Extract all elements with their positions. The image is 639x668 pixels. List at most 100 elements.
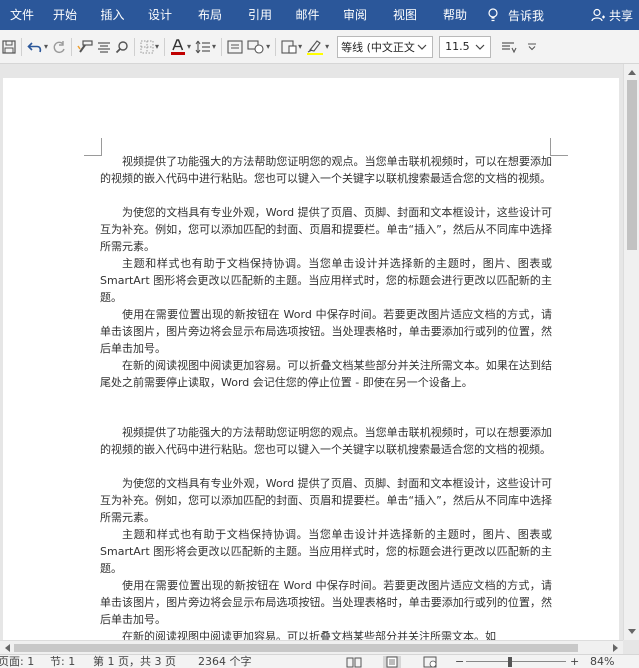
table-button[interactable]: ▾: [281, 36, 302, 58]
font-size-select[interactable]: 11.5: [439, 35, 492, 58]
chevron-up-icon: [628, 70, 636, 75]
styles-icon: [502, 41, 517, 53]
font-color-dropdown-icon[interactable]: ▾: [187, 42, 191, 51]
status-page-count[interactable]: 第 1 页，共 3 页: [93, 655, 176, 668]
zoom-slider-track[interactable]: [466, 661, 566, 662]
font-name-select[interactable]: 等线 (中文正文: [337, 35, 434, 58]
status-word-count[interactable]: 2364 个字: [198, 655, 252, 668]
highlighter-icon: [307, 39, 324, 55]
tab-layout[interactable]: 布局: [185, 0, 235, 30]
tab-insert[interactable]: 插入: [90, 0, 135, 30]
format-painter-icon: [77, 39, 93, 53]
paragraph[interactable]: 视频提供了功能强大的方法帮助您证明您的观点。当您单击联机视频时，可以在想要添加的…: [100, 424, 552, 458]
scroll-up-button[interactable]: [624, 64, 639, 80]
chevron-down-icon[interactable]: [474, 41, 486, 53]
highlight-dropdown-icon[interactable]: ▾: [325, 42, 329, 51]
document-area[interactable]: 视频提供了功能强大的方法帮助您证明您的观点。当您单击联机视频时，可以在想要添加的…: [0, 64, 623, 640]
chevron-down-icon[interactable]: [416, 40, 429, 53]
borders-button[interactable]: ▾: [140, 36, 159, 58]
document-page[interactable]: 视频提供了功能强大的方法帮助您证明您的观点。当您单击联机视频时，可以在想要添加的…: [3, 78, 619, 640]
zoom-slider-knob[interactable]: [508, 657, 512, 667]
customize-toolbar-button[interactable]: [527, 36, 537, 58]
status-page[interactable]: 页面: 1: [0, 655, 34, 668]
zoom-in-button[interactable]: +: [570, 655, 579, 668]
save-button[interactable]: [2, 36, 16, 58]
horizontal-scrollbar[interactable]: [0, 640, 623, 654]
text-box-button[interactable]: [227, 36, 243, 58]
borders-icon: [140, 40, 154, 53]
tab-help[interactable]: 帮助: [430, 0, 480, 30]
paragraph[interactable]: 视频提供了功能强大的方法帮助您证明您的观点。当您单击联机视频时，可以在想要添加的…: [100, 153, 552, 187]
borders-dropdown-icon[interactable]: ▾: [155, 42, 159, 51]
zoom-level[interactable]: 84%: [590, 655, 614, 668]
styles-button[interactable]: [501, 36, 517, 58]
vertical-scroll-thumb[interactable]: [627, 80, 637, 250]
undo-dropdown-icon[interactable]: ▾: [44, 42, 48, 51]
chevron-down-icon: [628, 629, 636, 634]
horizontal-scroll-thumb[interactable]: [14, 644, 578, 652]
zoom-out-button[interactable]: −: [455, 655, 464, 668]
share-label: 共享: [608, 8, 633, 23]
align-button[interactable]: [97, 36, 111, 58]
paragraph[interactable]: 使用在需要位置出现的新按钮在 Word 中保存时间。若要更改图片适应文档的方式，…: [100, 306, 552, 357]
print-layout-icon[interactable]: [383, 656, 401, 668]
separator: [275, 37, 277, 56]
web-layout-icon[interactable]: [421, 656, 439, 668]
tab-mailings[interactable]: 邮件: [285, 0, 330, 30]
separator: [134, 37, 136, 56]
paragraph[interactable]: 在新的阅读视图中阅读更加容易。可以折叠文档某些部分并关注所需文本。如果在达到结尾…: [100, 357, 552, 391]
paragraph[interactable]: 主题和样式也有助于文档保持协调。当您单击设计并选择新的主题时，图片、图表或 Sm…: [100, 255, 552, 306]
read-mode-icon[interactable]: [345, 656, 363, 668]
tab-home[interactable]: 开始: [40, 0, 90, 30]
paragraph[interactable]: 主题和样式也有助于文档保持协调。当您单击设计并选择新的主题时，图片、图表或 Sm…: [100, 526, 552, 577]
vertical-scrollbar[interactable]: [623, 64, 639, 640]
status-bar: 页面: 1 节: 1 第 1 页，共 3 页 2364 个字 − + 84%: [0, 654, 639, 668]
font-color-button[interactable]: ▾: [170, 36, 191, 58]
search-icon: [115, 40, 128, 53]
margin-marker-top-right: [550, 138, 568, 156]
tab-review[interactable]: 审阅: [330, 0, 380, 30]
shapes-dropdown-icon[interactable]: ▾: [266, 42, 270, 51]
line-spacing-button[interactable]: ▾: [195, 36, 216, 58]
tell-me-label: 告诉我: [508, 8, 545, 23]
line-spacing-icon: [195, 40, 211, 53]
paragraph[interactable]: 使用在需要位置出现的新按钮在 Word 中保存时间。若要更改图片适应文档的方式，…: [100, 577, 552, 628]
scroll-left-button[interactable]: [0, 641, 14, 655]
font-name-value: 等线 (中文正文: [341, 40, 415, 54]
quick-toolbar: ▾ ▾ ▾ ▾ ▾ ▾ ▾ 等线 (中文正文 11.5: [0, 30, 639, 64]
font-color-icon: [171, 38, 186, 55]
tell-me-box[interactable]: 告诉我: [488, 0, 544, 30]
customize-icon: [528, 43, 537, 50]
status-section[interactable]: 节: 1: [50, 655, 75, 668]
separator: [21, 37, 22, 56]
shapes-icon: [247, 39, 264, 54]
paragraph[interactable]: 在新的阅读视图中阅读更加容易。可以折叠文档某些部分并关注所需文本。如: [100, 628, 552, 640]
separator: [221, 37, 223, 56]
separator: [164, 37, 166, 56]
line-spacing-dropdown-icon[interactable]: ▾: [212, 42, 216, 51]
share-button[interactable]: 共享: [591, 7, 633, 24]
tab-file[interactable]: 文件: [0, 0, 40, 30]
chevron-right-icon: [613, 644, 618, 652]
lightbulb-icon: [488, 8, 498, 22]
undo-icon: [27, 41, 42, 52]
tab-references[interactable]: 引用: [235, 0, 285, 30]
tab-view[interactable]: 视图: [380, 0, 430, 30]
shapes-button[interactable]: ▾: [247, 36, 270, 58]
chevron-left-icon: [5, 644, 10, 652]
table-dropdown-icon[interactable]: ▾: [298, 42, 302, 51]
tab-design[interactable]: 设计: [135, 0, 185, 30]
highlight-button[interactable]: ▾: [306, 36, 329, 58]
paragraph[interactable]: 为使您的文档具有专业外观，Word 提供了页眉、页脚、封面和文本框设计，这些设计…: [100, 475, 552, 526]
scroll-down-button[interactable]: [624, 624, 639, 640]
redo-button[interactable]: [52, 36, 66, 58]
undo-button[interactable]: ▾: [27, 36, 48, 58]
find-button[interactable]: [115, 36, 129, 58]
text-box-icon: [227, 39, 243, 54]
paragraph[interactable]: 为使您的文档具有专业外观，Word 提供了页眉、页脚、封面和文本框设计，这些设计…: [100, 204, 552, 255]
person-icon: [591, 8, 605, 22]
scroll-right-button[interactable]: [609, 641, 623, 655]
format-painter-button[interactable]: [77, 36, 93, 58]
align-center-icon: [98, 41, 111, 53]
separator: [71, 37, 73, 56]
